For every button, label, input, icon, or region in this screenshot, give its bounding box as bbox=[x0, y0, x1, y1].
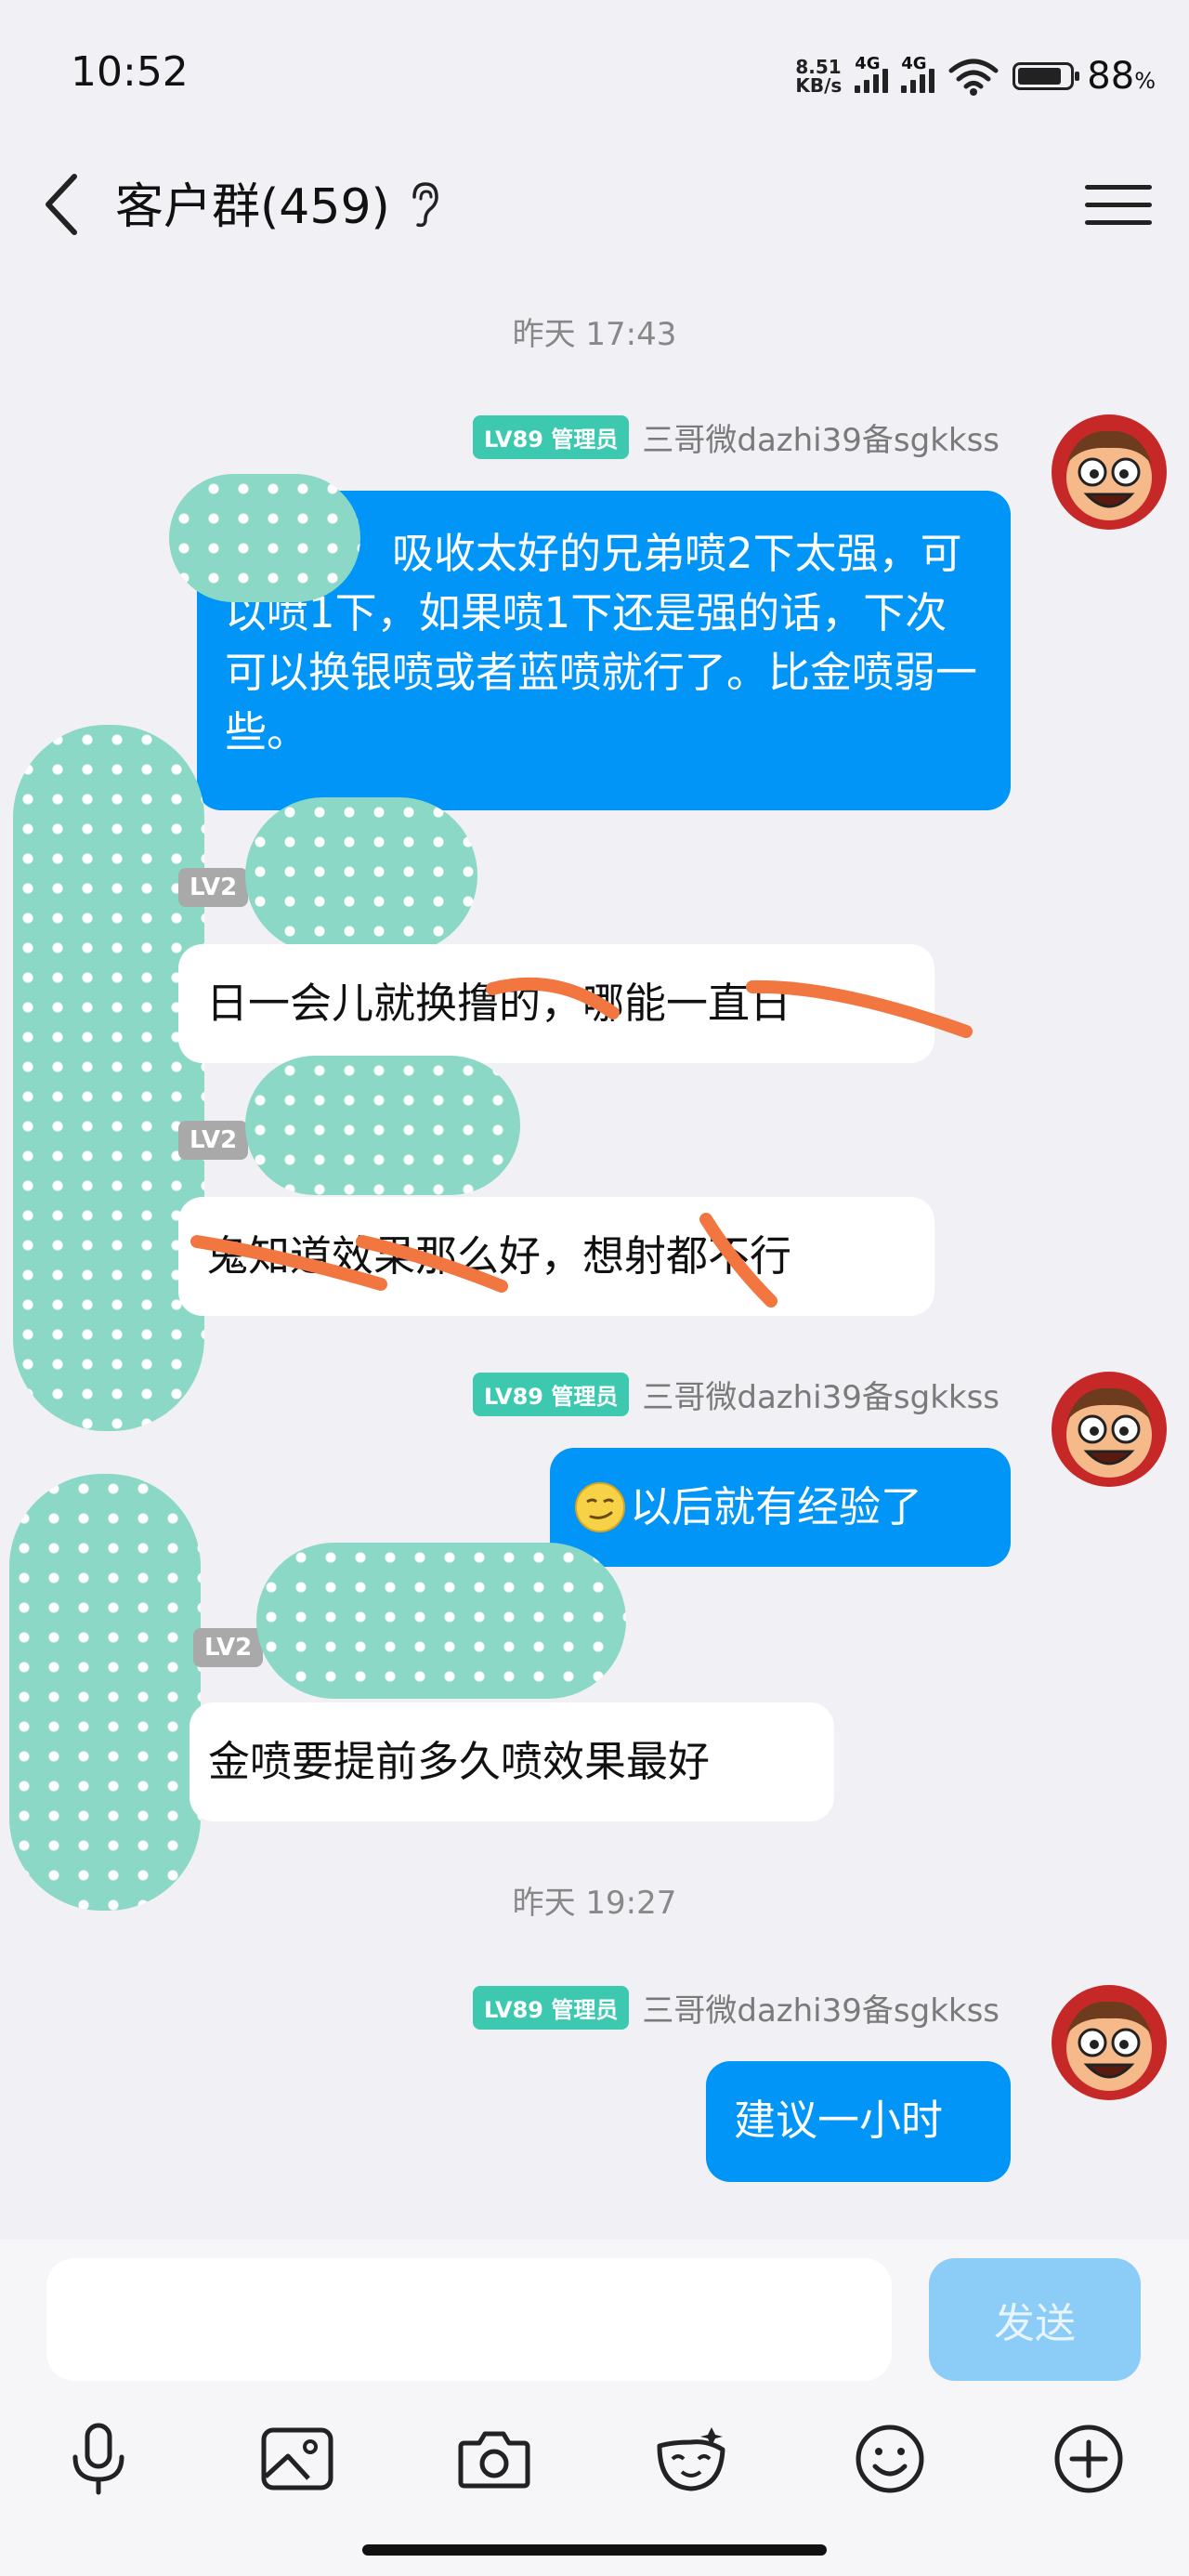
group-title: 客户群(459) bbox=[115, 179, 390, 235]
scribble-mark bbox=[486, 977, 973, 1038]
menu-button[interactable] bbox=[1085, 171, 1152, 238]
message-text: 建议一小时 bbox=[734, 2096, 944, 2145]
message-text: 金喷要提前多久喷效果最好 bbox=[208, 1737, 711, 1786]
message-input[interactable] bbox=[46, 2258, 892, 2381]
network-speed-unit: KB/s bbox=[795, 74, 843, 97]
status-time: 10:52 bbox=[71, 48, 189, 96]
message-bubble[interactable]: 建议一小时 bbox=[706, 2061, 1011, 2182]
sender-line: LV89 管理员 三哥微dazhi39备sgkkss bbox=[473, 413, 1000, 461]
admin-badge: LV89 管理员 bbox=[473, 1985, 630, 2030]
avatar[interactable] bbox=[1050, 1370, 1169, 1489]
ear-icon[interactable] bbox=[405, 177, 442, 232]
menu-icon-line bbox=[1085, 202, 1152, 207]
input-toolbar bbox=[0, 2412, 1189, 2533]
camera-icon bbox=[458, 2431, 530, 2489]
redaction-mask bbox=[169, 474, 360, 602]
level-badge: LV2 bbox=[193, 1628, 264, 1667]
microphone-button[interactable] bbox=[52, 2412, 145, 2505]
image-icon bbox=[261, 2427, 333, 2491]
signal-icon: 4G bbox=[855, 54, 889, 93]
back-button[interactable] bbox=[33, 169, 89, 240]
redaction-mask bbox=[245, 797, 477, 953]
sticker-icon bbox=[657, 2427, 725, 2491]
network-speed: 8.51 KB/s bbox=[795, 58, 842, 95]
network-speed-value: 8.51 bbox=[795, 56, 842, 78]
menu-icon-line bbox=[1085, 184, 1152, 190]
image-button[interactable] bbox=[251, 2412, 344, 2505]
signal-icon-2: 4G bbox=[901, 54, 935, 93]
sender-name: 三哥微dazhi39备sgkkss bbox=[642, 421, 1000, 459]
emoji-icon bbox=[856, 2425, 924, 2493]
message-text: 以后就有经验了 bbox=[630, 1482, 923, 1531]
level-badge: LV2 bbox=[178, 1121, 249, 1160]
redaction-mask bbox=[256, 1543, 626, 1699]
redaction-mask bbox=[13, 725, 204, 1431]
plus-icon bbox=[1054, 2425, 1123, 2493]
status-bar: 10:52 8.51 KB/s 4G 4G 88% bbox=[0, 0, 1189, 149]
emoji-button[interactable] bbox=[843, 2412, 936, 2505]
sender-line: LV89 管理员 三哥微dazhi39备sgkkss bbox=[473, 1983, 1000, 2031]
sticker-button[interactable] bbox=[645, 2412, 738, 2505]
message-bubble[interactable]: 以后就有经验了 bbox=[550, 1448, 1011, 1567]
redaction-mask bbox=[245, 1056, 520, 1195]
scribble-mark bbox=[190, 1213, 777, 1308]
chat-header: 客户群(459) bbox=[0, 149, 1189, 260]
admin-badge: LV89 管理员 bbox=[473, 414, 630, 459]
more-button[interactable] bbox=[1042, 2412, 1135, 2505]
microphone-icon bbox=[72, 2423, 124, 2495]
camera-button[interactable] bbox=[448, 2412, 541, 2505]
home-indicator[interactable] bbox=[362, 2544, 827, 2556]
message-bubble[interactable]: 金喷要提前多久喷效果最好 bbox=[189, 1702, 834, 1821]
sender-line: LV89 管理员 三哥微dazhi39备sgkkss bbox=[473, 1370, 1000, 1418]
status-indicators: 8.51 KB/s 4G 4G 88% bbox=[795, 48, 1156, 104]
admin-badge: LV89 管理员 bbox=[473, 1372, 630, 1416]
wifi-icon bbox=[948, 59, 999, 96]
battery-icon bbox=[1013, 62, 1080, 90]
battery-percent: 88% bbox=[1087, 55, 1156, 98]
message-timestamp: 昨天 19:27 bbox=[512, 1885, 677, 1922]
chevron-left-icon bbox=[46, 174, 77, 235]
avatar[interactable] bbox=[1050, 1983, 1169, 2102]
sender-name: 三哥微dazhi39备sgkkss bbox=[642, 1378, 1000, 1416]
menu-icon-line bbox=[1085, 219, 1152, 225]
smirk-emoji-icon bbox=[575, 1482, 625, 1532]
message-timestamp: 昨天 17:43 bbox=[512, 316, 677, 353]
level-badge: LV2 bbox=[178, 868, 249, 907]
sender-name: 三哥微dazhi39备sgkkss bbox=[642, 1991, 1000, 2030]
redaction-mask bbox=[9, 1474, 201, 1911]
avatar[interactable] bbox=[1050, 413, 1169, 532]
send-button[interactable]: 发送 bbox=[929, 2258, 1141, 2381]
input-bar: 发送 bbox=[0, 2240, 1189, 2576]
